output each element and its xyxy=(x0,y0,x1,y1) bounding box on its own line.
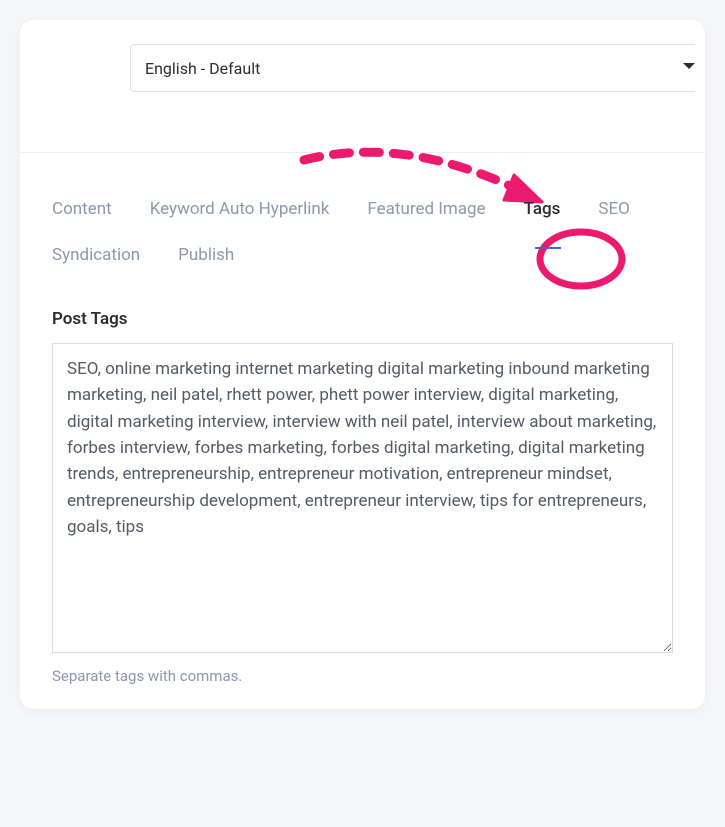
post-tags-helper: Separate tags with commas. xyxy=(52,667,673,685)
tabs-nav: Content Keyword Auto Hyperlink Featured … xyxy=(52,199,673,265)
settings-card: English - Default Content Keyword Auto H… xyxy=(20,20,705,709)
top-section: English - Default xyxy=(20,20,705,153)
language-select[interactable]: English - Default xyxy=(130,44,695,92)
tab-publish[interactable]: Publish xyxy=(178,245,234,265)
language-select-value: English - Default xyxy=(145,59,260,78)
post-tags-textarea[interactable] xyxy=(52,343,673,653)
tab-seo[interactable]: SEO xyxy=(598,199,629,219)
content-region: Content Keyword Auto Hyperlink Featured … xyxy=(20,153,705,709)
tab-content[interactable]: Content xyxy=(52,199,112,219)
tab-keyword-auto-hyperlink[interactable]: Keyword Auto Hyperlink xyxy=(150,199,330,219)
tab-syndication[interactable]: Syndication xyxy=(52,245,140,265)
tab-tags[interactable]: Tags xyxy=(524,199,561,219)
post-tags-label: Post Tags xyxy=(52,309,673,329)
tab-featured-image[interactable]: Featured Image xyxy=(367,199,485,219)
